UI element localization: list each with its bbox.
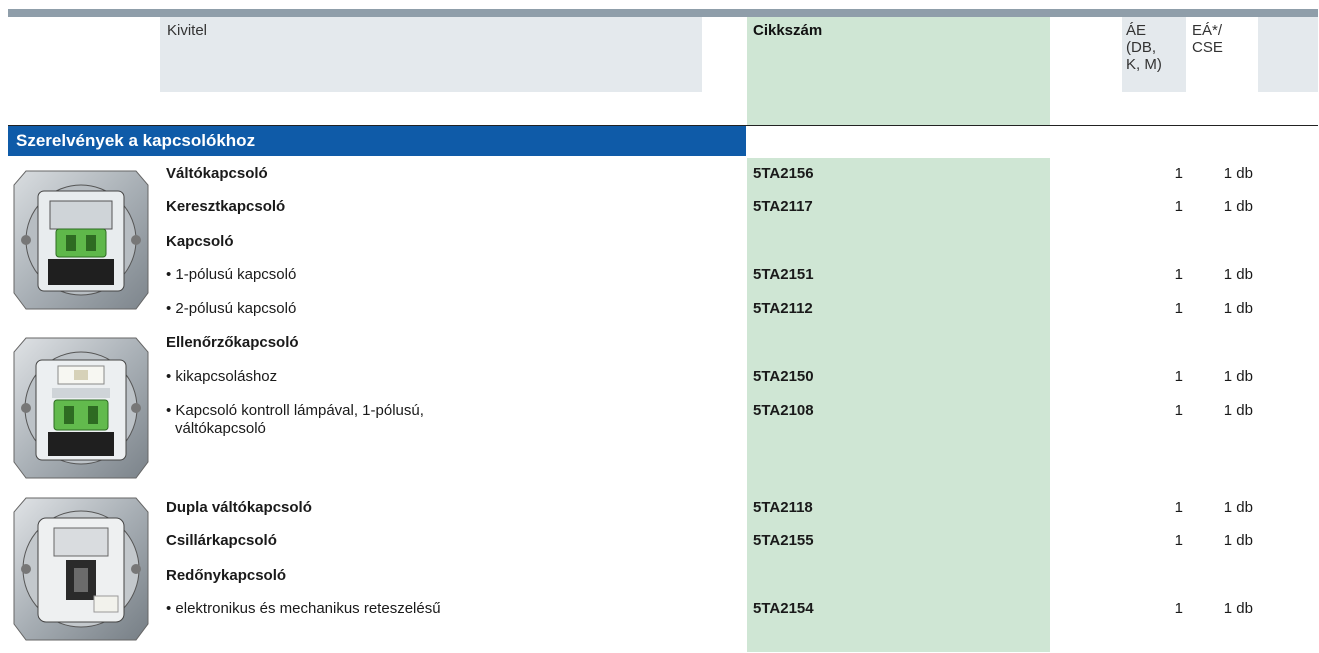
row-label: • Kapcsoló kontroll lámpával, 1-pólusú, … bbox=[166, 402, 726, 438]
unit-value: 1 db bbox=[1223, 266, 1253, 283]
qty-value: 1 bbox=[1174, 300, 1183, 317]
header-extra-box bbox=[1258, 17, 1318, 92]
unit-value: 1 db bbox=[1223, 300, 1253, 317]
header-kivitel-box bbox=[160, 17, 702, 92]
article-number: 5TA2117 bbox=[753, 198, 813, 215]
row-label: • 2-pólusú kapcsoló bbox=[166, 300, 297, 317]
row-label: Redőnykapcsoló bbox=[166, 567, 287, 584]
row-label-line: • Kapcsoló kontroll lámpával, 1-pólusú, bbox=[166, 402, 424, 419]
qty-value: 1 bbox=[1174, 499, 1183, 516]
article-number: 5TA2151 bbox=[753, 266, 814, 283]
unit-value: 1 db bbox=[1223, 532, 1253, 549]
unit-value: 1 db bbox=[1223, 499, 1253, 516]
qty-value: 1 bbox=[1174, 368, 1183, 385]
article-number: 5TA2156 bbox=[753, 165, 814, 182]
qty-value: 1 bbox=[1174, 402, 1183, 419]
row-label: Kapcsoló bbox=[166, 233, 234, 250]
row-label: Dupla váltókapcsoló bbox=[166, 499, 312, 516]
unit-value: 1 db bbox=[1223, 402, 1253, 419]
top-rule-bar bbox=[8, 9, 1318, 17]
double-switch-insert-icon bbox=[8, 490, 153, 642]
row-label: Váltókapcsoló bbox=[166, 165, 268, 182]
article-number: 5TA2154 bbox=[753, 600, 814, 617]
row-label: Keresztkapcsoló bbox=[166, 198, 286, 215]
article-number: 5TA2108 bbox=[753, 402, 814, 419]
unit-value: 1 db bbox=[1223, 198, 1253, 215]
unit-value: 1 db bbox=[1223, 368, 1253, 385]
section-title: Szerelvények a kapcsolókhoz bbox=[16, 131, 256, 150]
qty-value: 1 bbox=[1174, 532, 1183, 549]
control-switch-insert-icon bbox=[8, 330, 153, 482]
qty-value: 1 bbox=[1174, 165, 1183, 182]
row-label-line: váltókapcsoló bbox=[175, 420, 266, 437]
article-number: 5TA2150 bbox=[753, 368, 814, 385]
row-label: • elektronikus és mechanikus reteszelésű bbox=[166, 600, 441, 617]
header-ae: ÁE (DB, K, M) bbox=[1126, 22, 1162, 73]
row-label: Csillárkapcsoló bbox=[166, 532, 277, 549]
header-ae-line: ÁE bbox=[1126, 22, 1147, 39]
header-ae-line: K, M) bbox=[1126, 56, 1162, 73]
switch-insert-green-icon bbox=[8, 163, 153, 315]
header-ea: EÁ*/ CSE bbox=[1192, 22, 1223, 56]
qty-value: 1 bbox=[1174, 198, 1183, 215]
header-ea-line: CSE bbox=[1192, 39, 1223, 56]
unit-value: 1 db bbox=[1223, 600, 1253, 617]
qty-value: 1 bbox=[1174, 600, 1183, 617]
row-label: Ellenőrzőkapcsoló bbox=[166, 334, 299, 351]
row-label: • kikapcsoláshoz bbox=[166, 368, 278, 385]
header-ea-line: EÁ*/ bbox=[1192, 22, 1223, 39]
header-cikkszam: Cikkszám bbox=[753, 22, 823, 39]
article-number: 5TA2112 bbox=[753, 300, 813, 317]
qty-value: 1 bbox=[1174, 266, 1183, 283]
article-number: 5TA2155 bbox=[753, 532, 814, 549]
header-kivitel: Kivitel bbox=[167, 22, 208, 39]
header-ae-line: (DB, bbox=[1126, 39, 1156, 56]
article-number: 5TA2118 bbox=[753, 499, 813, 516]
row-label: • 1-pólusú kapcsoló bbox=[166, 266, 297, 283]
unit-value: 1 db bbox=[1223, 165, 1253, 182]
